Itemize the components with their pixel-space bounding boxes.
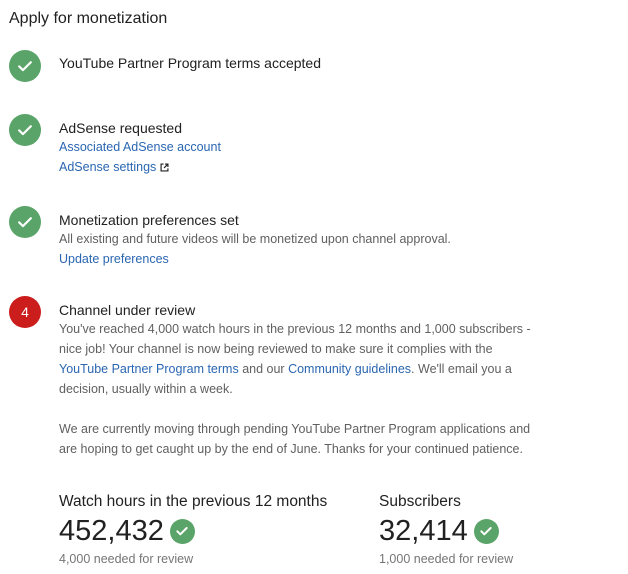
step-2-check-icon <box>9 114 41 146</box>
review-text-b: and our <box>238 362 289 376</box>
step-4-review-message: You've reached 4,000 watch hours in the … <box>59 319 534 399</box>
review-text-a: You've reached 4,000 watch hours in the … <box>59 322 531 356</box>
step-4-number: 4 <box>21 304 29 320</box>
step-1-check-icon <box>9 50 41 82</box>
step-3-check-icon <box>9 206 41 238</box>
update-preferences-link[interactable]: Update preferences <box>59 252 169 266</box>
subscribers-value: 32,414 <box>379 514 468 547</box>
page-title: Apply for monetization <box>9 10 168 27</box>
step-1-title: YouTube Partner Program terms accepted <box>59 55 321 71</box>
step-4-title: Channel under review <box>59 302 196 318</box>
step-2-title: AdSense requested <box>59 120 182 136</box>
associated-adsense-account-link[interactable]: Associated AdSense account <box>59 140 221 154</box>
subscribers-note: 1,000 needed for review <box>379 552 514 566</box>
watch-hours-check-icon <box>169 518 195 544</box>
external-link-icon[interactable] <box>160 159 169 172</box>
partner-program-terms-link[interactable]: YouTube Partner Program terms <box>59 362 239 376</box>
subscribers-check-icon <box>473 518 499 544</box>
step-2: AdSense requested Associated AdSense acc… <box>59 119 539 177</box>
step-4: Channel under review You've reached 4,00… <box>59 301 534 459</box>
watch-hours-label: Watch hours in the previous 12 months <box>59 493 328 510</box>
step-3-title: Monetization preferences set <box>59 212 239 228</box>
watch-hours-value: 452,432 <box>59 514 164 547</box>
step-4-number-badge: 4 <box>9 296 41 328</box>
subscribers-stat: Subscribers 32,414 1,000 needed for revi… <box>379 492 513 568</box>
step-1: YouTube Partner Program terms accepted <box>59 54 539 72</box>
step-4-delay-notice: We are currently moving through pending … <box>59 422 531 456</box>
watch-hours-note: 4,000 needed for review <box>59 552 194 566</box>
step-3: Monetization preferences set All existin… <box>59 211 539 269</box>
watch-hours-stat: Watch hours in the previous 12 months 45… <box>59 492 327 568</box>
subscribers-label: Subscribers <box>379 493 461 510</box>
community-guidelines-link[interactable]: Community guidelines <box>288 362 411 376</box>
adsense-settings-link[interactable]: AdSense settings <box>59 160 156 174</box>
step-3-description: All existing and future videos will be m… <box>59 232 451 246</box>
